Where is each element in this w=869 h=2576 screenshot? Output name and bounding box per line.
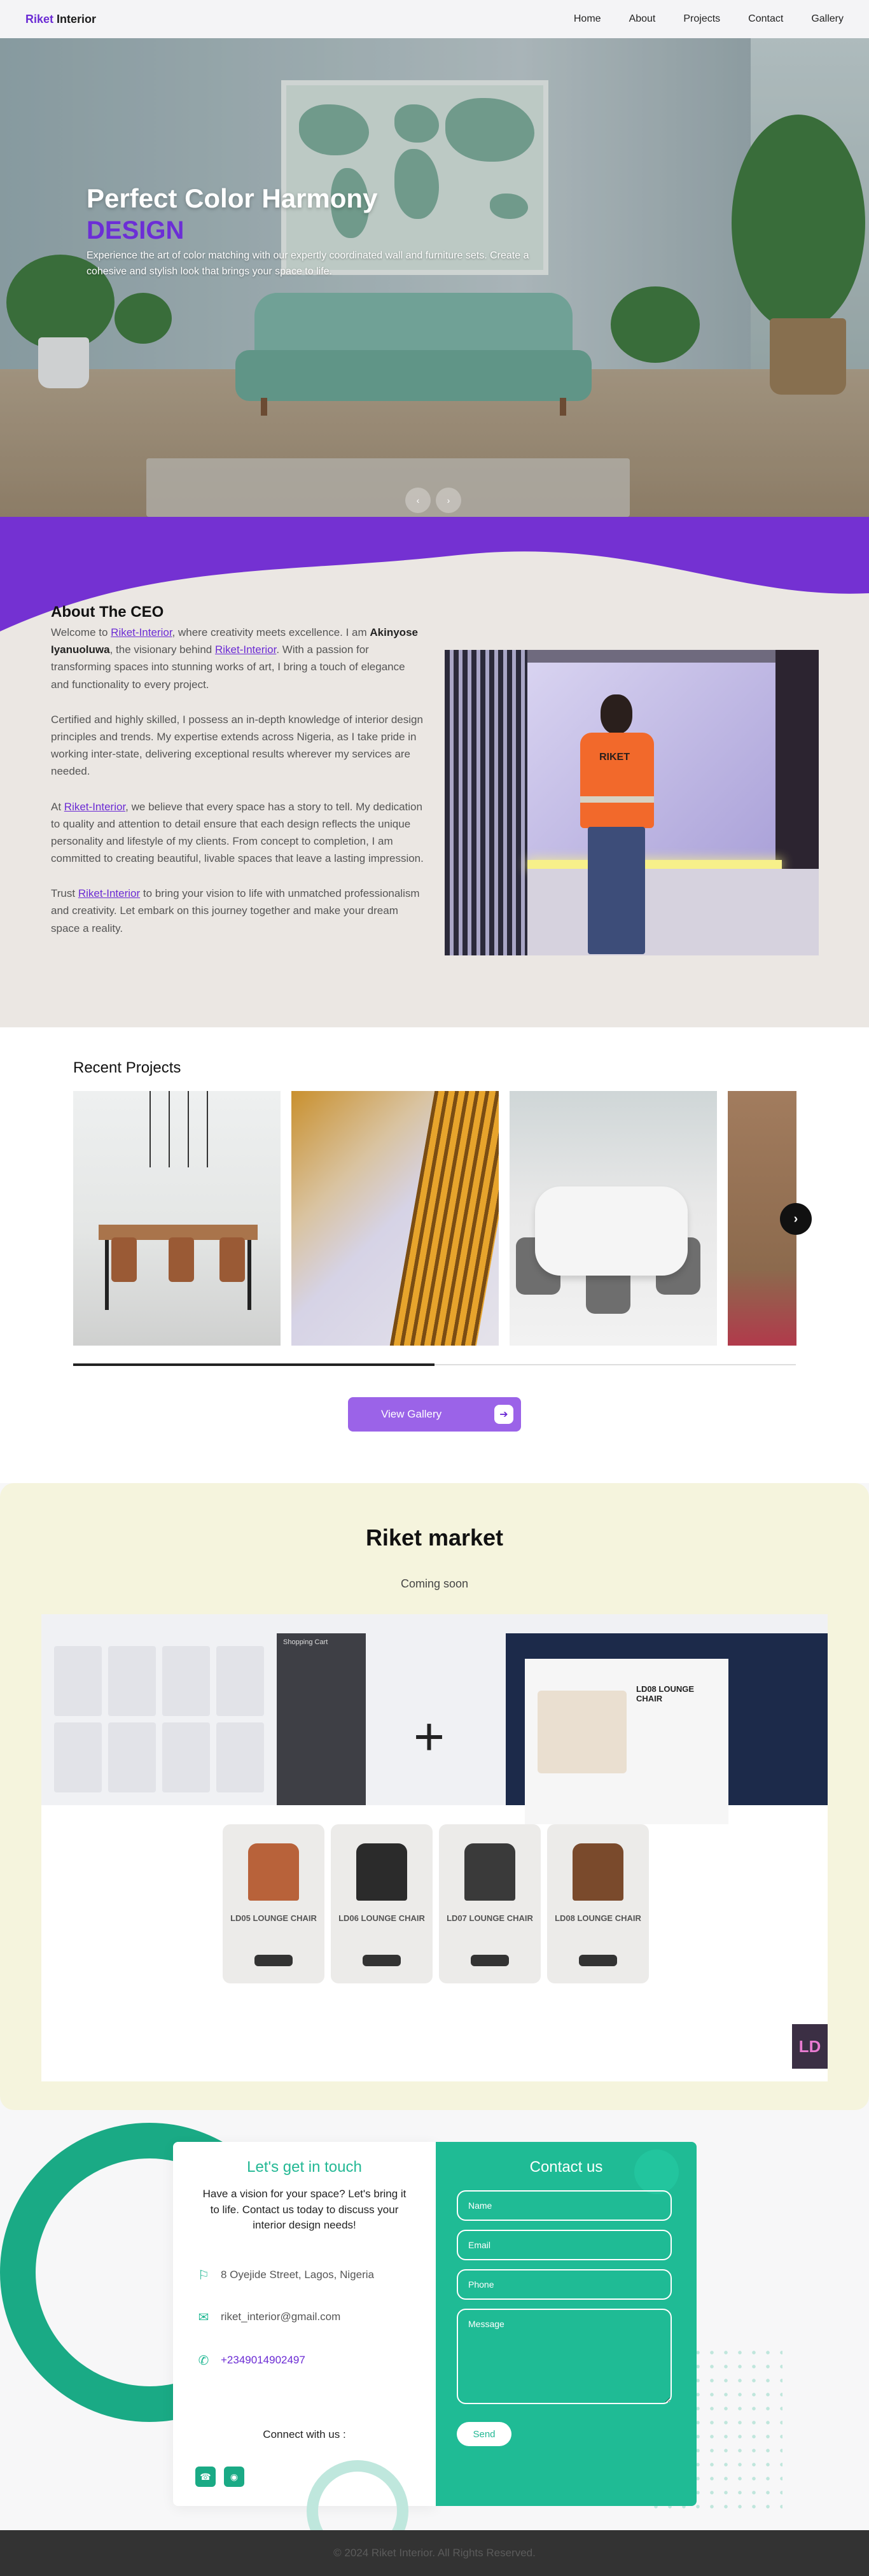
contact-section: Let's get in touch Have a vision for you…	[0, 2110, 869, 2530]
product-detail-preview: LD08 LOUNGE CHAIR	[525, 1659, 728, 1824]
send-button[interactable]: Send	[457, 2422, 511, 2446]
ceo-photo: RIKET	[445, 650, 819, 955]
chevron-right-icon: ›	[793, 1211, 798, 1226]
nav-link-projects[interactable]: Projects	[683, 13, 720, 25]
contact-form-card: Contact us Send	[436, 2142, 697, 2506]
footer: © 2024 Riket Interior. All Rights Reserv…	[0, 2530, 869, 2576]
view-gallery-button[interactable]: View Gallery ➔	[348, 1397, 521, 1432]
email-text[interactable]: riket_interior@gmail.com	[221, 2311, 340, 2323]
top-navbar: Riket Interior Home About Projects Conta…	[0, 0, 869, 38]
view-gallery-label: View Gallery	[381, 1408, 442, 1420]
arrow-right-icon: ➔	[494, 1405, 513, 1424]
connect-label: Connect with us :	[263, 2428, 346, 2440]
hero-arrows: ‹ ›	[405, 488, 461, 513]
hero-title: Perfect Color Harmony	[87, 183, 378, 213]
copyright-text: © 2024 Riket Interior. All Rights Reserv…	[333, 2547, 536, 2559]
carousel-next-button[interactable]: ›	[780, 1203, 812, 1235]
riket-market-section: Riket market Coming soon Shopping Cart L…	[0, 1483, 869, 2110]
about-paragraph-3: At Riket-Interior, we believe that every…	[51, 800, 424, 865]
name-field[interactable]	[457, 2190, 672, 2221]
decorative-half-ring	[307, 2460, 408, 2530]
detail-title: LD08 LOUNGE CHAIR	[636, 1684, 695, 1703]
product-card: LD08 LOUNGE CHAIR	[547, 1824, 649, 1983]
brand-logo[interactable]: Riket Interior	[25, 13, 96, 26]
message-field[interactable]	[457, 2309, 672, 2404]
product-card: LD06 LOUNGE CHAIR	[331, 1824, 433, 1983]
email-field[interactable]	[457, 2230, 672, 2260]
hero-subtitle: DESIGN	[87, 216, 184, 245]
contact-intro: Have a vision for your space? Let's brin…	[202, 2188, 407, 2232]
recent-projects-section: Recent Projects › View Gallery ➔	[0, 1027, 869, 1483]
chevron-right-icon[interactable]: ›	[436, 488, 461, 513]
product-card: LD07 LOUNGE CHAIR	[439, 1824, 541, 1983]
riket-interior-link[interactable]: Riket-Interior	[111, 626, 172, 638]
hero-slider: Perfect Color Harmony DESIGN Experience …	[0, 38, 869, 517]
hero-content: Perfect Color Harmony DESIGN Experience …	[87, 183, 570, 280]
contact-info-heading: Let's get in touch	[247, 2158, 362, 2176]
decorative-blob	[634, 2150, 679, 2194]
mail-icon: ✉	[198, 2310, 209, 2325]
shopping-cart-preview: Shopping Cart	[277, 1633, 366, 1805]
phone-icon: ✆	[198, 2353, 209, 2368]
about-heading: About The CEO	[51, 603, 164, 621]
market-logo: LD	[792, 2024, 828, 2069]
address-row: ⚐ 8 Oyejide Street, Lagos, Nigeria	[195, 2267, 374, 2283]
instagram-icon[interactable]: ◉	[224, 2467, 244, 2487]
hero-description: Experience the art of color matching wit…	[87, 250, 529, 278]
product-card: LD05 LOUNGE CHAIR	[223, 1824, 324, 1983]
project-card[interactable]	[510, 1091, 717, 1346]
address-text: 8 Oyejide Street, Lagos, Nigeria	[221, 2269, 374, 2281]
nav-links: Home About Projects Contact Gallery	[574, 13, 844, 25]
market-heading: Riket market	[365, 1524, 504, 1551]
about-section: About The CEO Welcome to Riket-Interior,…	[0, 517, 869, 1027]
product-grid-preview	[54, 1646, 264, 1792]
contact-info-card: Let's get in touch Have a vision for you…	[173, 2142, 436, 2530]
project-card[interactable]	[73, 1091, 281, 1346]
nav-link-contact[interactable]: Contact	[748, 13, 783, 25]
cart-title: Shopping Cart	[283, 1638, 328, 1646]
about-paragraph-1: Welcome to Riket-Interior, where creativ…	[51, 626, 418, 691]
nav-link-about[interactable]: About	[629, 13, 656, 25]
nav-link-home[interactable]: Home	[574, 13, 601, 25]
phone-text[interactable]: +2349014902497	[221, 2354, 305, 2367]
about-text: About The CEO Welcome to Riket-Interior,…	[51, 603, 425, 955]
brand-name-part2: Interior	[57, 12, 97, 25]
riket-interior-link[interactable]: Riket-Interior	[215, 644, 276, 656]
carousel-scrollbar-thumb[interactable]	[73, 1363, 434, 1366]
phone-row: ✆ +2349014902497	[195, 2352, 305, 2368]
vest-logo-text: RIKET	[599, 752, 630, 763]
projects-heading: Recent Projects	[73, 1059, 181, 1076]
location-icon: ⚐	[198, 2268, 209, 2283]
about-paragraph-2: Certified and highly skilled, I possess …	[51, 713, 423, 778]
project-card[interactable]	[291, 1091, 499, 1346]
riket-interior-link[interactable]: Riket-Interior	[64, 801, 125, 813]
market-preview-image: Shopping Cart LD08 LOUNGE CHAIR + LD05 L…	[41, 1614, 828, 2081]
phone-field[interactable]	[457, 2269, 672, 2300]
nav-link-gallery[interactable]: Gallery	[811, 13, 844, 25]
about-paragraph-4: Trust Riket-Interior to bring your visio…	[51, 887, 420, 934]
email-row: ✉ riket_interior@gmail.com	[195, 2309, 341, 2325]
chevron-left-icon[interactable]: ‹	[405, 488, 431, 513]
whatsapp-icon[interactable]: ☎	[195, 2467, 216, 2487]
plus-icon: +	[414, 1707, 445, 1766]
riket-interior-link[interactable]: Riket-Interior	[78, 887, 140, 899]
brand-name-part1: Riket	[25, 12, 54, 25]
market-status: Coming soon	[400, 1577, 469, 1590]
